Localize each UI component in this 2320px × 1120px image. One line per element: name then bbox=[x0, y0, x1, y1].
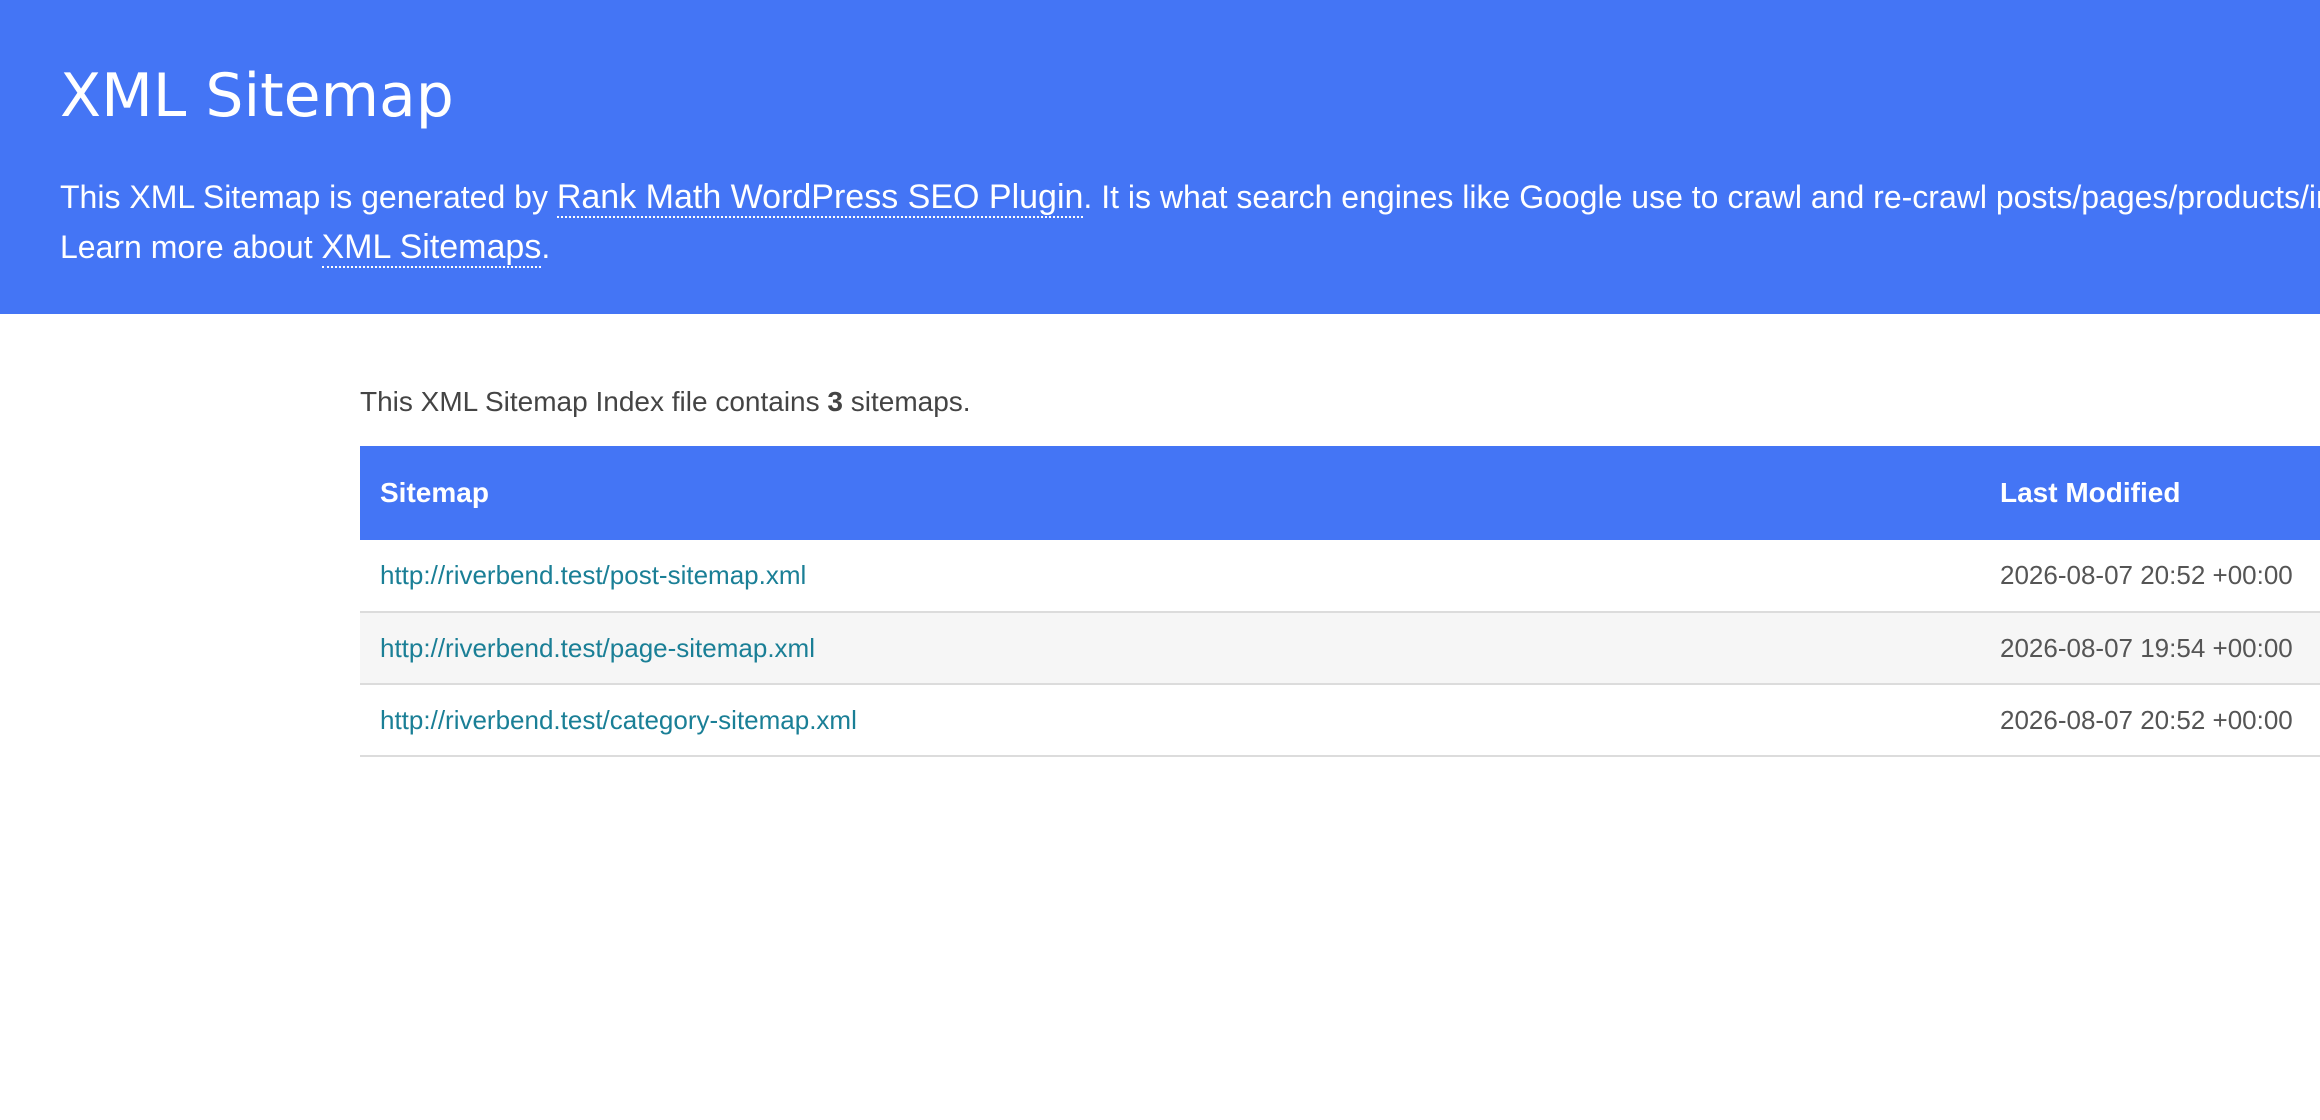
sitemap-cell: http://riverbend.test/category-sitemap.x… bbox=[360, 684, 1980, 756]
column-header-sitemap: Sitemap bbox=[380, 477, 489, 508]
last-modified-cell: 2026-08-07 19:54 +00:00 bbox=[2000, 632, 2293, 663]
sitemap-cell: http://riverbend.test/page-sitemap.xml bbox=[360, 612, 1980, 684]
last-modified-cell: 2026-08-07 20:52 +00:00 bbox=[2000, 560, 2293, 590]
table-row: http://riverbend.test/category-sitemap.x… bbox=[360, 684, 2320, 756]
main-content: This XML Sitemap Index file contains 3 s… bbox=[360, 314, 2320, 757]
table-row: http://riverbend.test/post-sitemap.xml 2… bbox=[360, 540, 2320, 612]
learn-more-period: . bbox=[541, 229, 551, 265]
description-text: This XML Sitemap is generated by bbox=[60, 179, 557, 215]
column-header-last-modified: Last Modified bbox=[2000, 477, 2181, 508]
summary-prefix: This XML Sitemap Index file contains bbox=[360, 386, 828, 417]
sitemap-count-summary: This XML Sitemap Index file contains 3 s… bbox=[360, 382, 2320, 422]
sitemap-count: 3 bbox=[827, 386, 843, 417]
rank-math-plugin-link[interactable]: Rank Math WordPress SEO Plugin bbox=[556, 178, 1084, 218]
header-description: This XML Sitemap is generated by Rank Ma… bbox=[60, 172, 2320, 272]
description-text: . It is what search engines like Google … bbox=[1083, 179, 2320, 215]
table-row: http://riverbend.test/page-sitemap.xml 2… bbox=[360, 612, 2320, 684]
xml-sitemaps-link[interactable]: XML Sitemaps bbox=[321, 228, 542, 268]
sitemap-link-post[interactable]: http://riverbend.test/post-sitemap.xml bbox=[380, 560, 806, 590]
sitemap-link-page[interactable]: http://riverbend.test/page-sitemap.xml bbox=[380, 633, 815, 663]
summary-suffix: sitemaps. bbox=[842, 386, 971, 417]
sitemap-link-category[interactable]: http://riverbend.test/category-sitemap.x… bbox=[380, 705, 857, 735]
table-header-row: Sitemap Last Modified bbox=[360, 446, 2320, 540]
last-modified-cell: 2026-08-07 20:52 +00:00 bbox=[2000, 704, 2293, 735]
learn-more-text: Learn more about bbox=[60, 229, 322, 265]
sitemap-table: Sitemap Last Modified http://riverbend.t… bbox=[360, 446, 2320, 757]
sitemap-cell: http://riverbend.test/post-sitemap.xml bbox=[360, 540, 1980, 612]
page-title: XML Sitemap bbox=[60, 61, 454, 131]
header-banner: XML Sitemap This XML Sitemap is generate… bbox=[0, 0, 2320, 314]
